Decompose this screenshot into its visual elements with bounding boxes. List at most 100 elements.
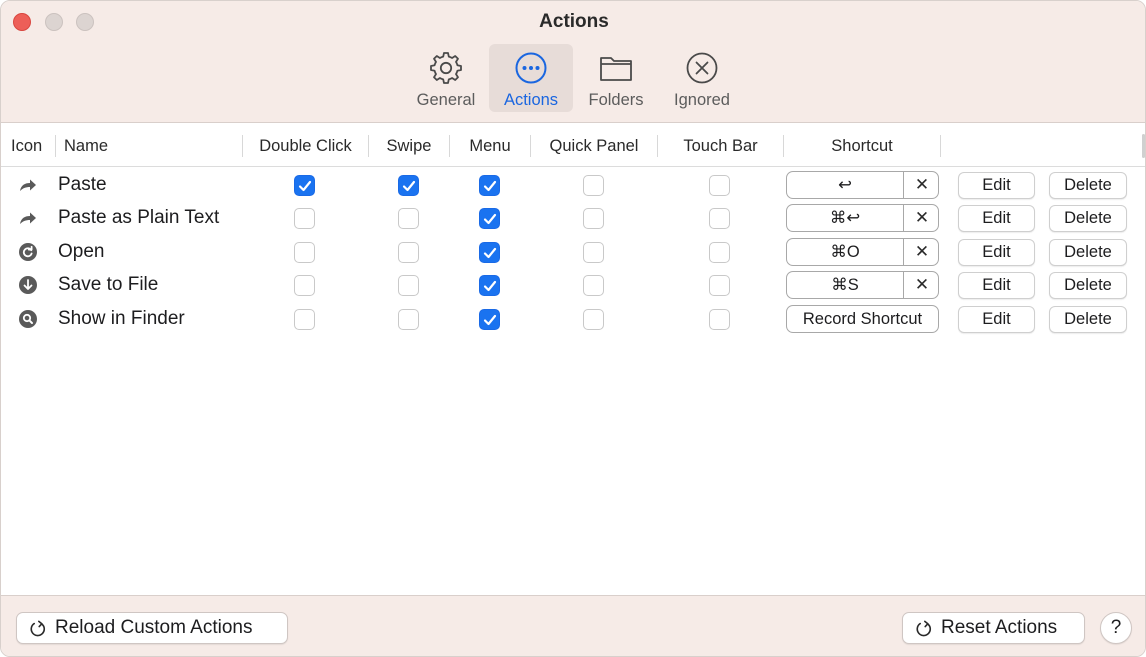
edit-button[interactable]: Edit: [958, 172, 1035, 199]
column-header-swipe[interactable]: Swipe: [369, 124, 449, 167]
table-row[interactable]: Paste as Plain Text ⌘↩ ✕ Edit Delete: [1, 201, 1145, 235]
delete-button[interactable]: Delete: [1049, 239, 1127, 266]
double-click-checkbox[interactable]: [294, 175, 315, 196]
x-circle-icon: [686, 52, 718, 84]
search-circle-icon: [19, 310, 37, 328]
double-click-checkbox[interactable]: [294, 309, 315, 330]
shortcut-recorder[interactable]: ↩ ✕: [786, 171, 939, 199]
shortcut-value[interactable]: ⌘S: [787, 272, 904, 298]
swipe-checkbox[interactable]: [398, 309, 419, 330]
open-circle-icon: [19, 243, 37, 261]
tab-folders[interactable]: Folders: [579, 44, 653, 112]
help-button[interactable]: ?: [1100, 612, 1132, 644]
menu-checkbox[interactable]: [479, 309, 500, 330]
shortcut-value[interactable]: ↩: [787, 172, 904, 198]
checkmark-icon: [483, 280, 497, 292]
delete-button[interactable]: Delete: [1049, 205, 1127, 232]
table-row[interactable]: Open ⌘O ✕ Edit Delete: [1, 235, 1145, 269]
clear-shortcut-button[interactable]: ✕: [905, 172, 939, 198]
touch-bar-checkbox[interactable]: [709, 175, 730, 196]
menu-checkbox[interactable]: [479, 275, 500, 296]
reset-actions-button[interactable]: Reset Actions: [902, 612, 1085, 644]
ellipsis-circle-icon: [515, 52, 547, 84]
column-separator[interactable]: [940, 135, 941, 157]
action-name: Open: [58, 241, 105, 262]
reload-custom-actions-label: Reload Custom Actions: [55, 617, 253, 638]
double-click-checkbox[interactable]: [294, 208, 315, 229]
touch-bar-checkbox[interactable]: [709, 242, 730, 263]
double-click-checkbox[interactable]: [294, 275, 315, 296]
column-header-shortcut[interactable]: Shortcut: [784, 124, 940, 167]
column-header-menu[interactable]: Menu: [450, 124, 530, 167]
swipe-checkbox[interactable]: [398, 275, 419, 296]
edit-button[interactable]: Edit: [958, 205, 1035, 232]
arrow-forward-icon: [20, 212, 36, 224]
quick-panel-checkbox[interactable]: [583, 275, 604, 296]
clear-shortcut-button[interactable]: ✕: [905, 272, 939, 298]
folder-icon: [600, 57, 632, 81]
edit-button[interactable]: Edit: [958, 239, 1035, 266]
shortcut-recorder[interactable]: ⌘O ✕: [786, 238, 939, 266]
touch-bar-checkbox[interactable]: [709, 275, 730, 296]
action-name: Paste as Plain Text: [58, 207, 220, 228]
shortcut-value[interactable]: ⌘↩: [787, 205, 904, 231]
action-name: Paste: [58, 174, 107, 195]
download-circle-icon: [19, 276, 37, 294]
tab-ignored[interactable]: Ignored: [663, 44, 741, 112]
column-separator[interactable]: [55, 135, 56, 157]
swipe-checkbox[interactable]: [398, 175, 419, 196]
edit-button[interactable]: Edit: [958, 306, 1035, 333]
shortcut-recorder[interactable]: ⌘S ✕: [786, 271, 939, 299]
touch-bar-checkbox[interactable]: [709, 208, 730, 229]
double-click-checkbox[interactable]: [294, 242, 315, 263]
checkmark-icon: [298, 180, 312, 192]
shortcut-recorder[interactable]: ⌘↩ ✕: [786, 204, 939, 232]
preferences-window: Actions General Actions Folders Ignored …: [0, 0, 1146, 657]
tab-actions[interactable]: Actions: [489, 44, 573, 112]
column-header-icon[interactable]: Icon: [11, 124, 42, 167]
menu-checkbox[interactable]: [479, 175, 500, 196]
table-row[interactable]: Paste ↩ ✕ Edit Delete: [1, 168, 1145, 202]
reload-custom-actions-button[interactable]: Reload Custom Actions: [16, 612, 288, 644]
delete-button[interactable]: Delete: [1049, 306, 1127, 333]
clear-shortcut-button[interactable]: ✕: [905, 205, 939, 231]
quick-panel-checkbox[interactable]: [583, 242, 604, 263]
clear-shortcut-button[interactable]: ✕: [905, 239, 939, 265]
window-title: Actions: [539, 11, 609, 32]
menu-checkbox[interactable]: [479, 242, 500, 263]
column-header-quick-panel[interactable]: Quick Panel: [531, 124, 657, 167]
table-row[interactable]: Show in Finder Record Shortcut Edit Dele…: [1, 302, 1145, 336]
tab-ignored-label: Ignored: [674, 91, 730, 109]
tab-general[interactable]: General: [407, 44, 485, 112]
column-header-name[interactable]: Name: [64, 124, 108, 167]
table-row[interactable]: Save to File ⌘S ✕ Edit Delete: [1, 268, 1145, 302]
tab-folders-label: Folders: [588, 91, 644, 109]
record-shortcut-button[interactable]: Record Shortcut: [786, 305, 939, 333]
checkmark-icon: [483, 180, 497, 192]
edit-button[interactable]: Edit: [958, 272, 1035, 299]
swipe-checkbox[interactable]: [398, 208, 419, 229]
table-header: Icon Name Double Click Swipe Menu Quick …: [1, 124, 1145, 167]
quick-panel-checkbox[interactable]: [583, 208, 604, 229]
checkmark-icon: [483, 213, 497, 225]
reset-actions-label: Reset Actions: [941, 617, 1058, 638]
tab-actions-label: Actions: [503, 91, 559, 109]
delete-button[interactable]: Delete: [1049, 172, 1127, 199]
swipe-checkbox[interactable]: [398, 242, 419, 263]
quick-panel-checkbox[interactable]: [583, 175, 604, 196]
titlebar: Actions General Actions Folders Ignored: [1, 1, 1145, 123]
delete-button[interactable]: Delete: [1049, 272, 1127, 299]
menu-checkbox[interactable]: [479, 208, 500, 229]
footer-bar: Reload Custom Actions Reset Actions ?: [1, 595, 1145, 656]
column-header-double-click[interactable]: Double Click: [243, 124, 368, 167]
column-header-touch-bar[interactable]: Touch Bar: [658, 124, 783, 167]
shortcut-value[interactable]: ⌘O: [787, 239, 904, 265]
touch-bar-checkbox[interactable]: [709, 309, 730, 330]
reload-icon: [916, 620, 932, 637]
checkmark-icon: [483, 314, 497, 326]
arrow-forward-icon: [20, 179, 36, 191]
gear-icon: [430, 52, 462, 84]
quick-panel-checkbox[interactable]: [583, 309, 604, 330]
action-name: Show in Finder: [58, 308, 185, 329]
scrollbar[interactable]: [1142, 134, 1145, 158]
